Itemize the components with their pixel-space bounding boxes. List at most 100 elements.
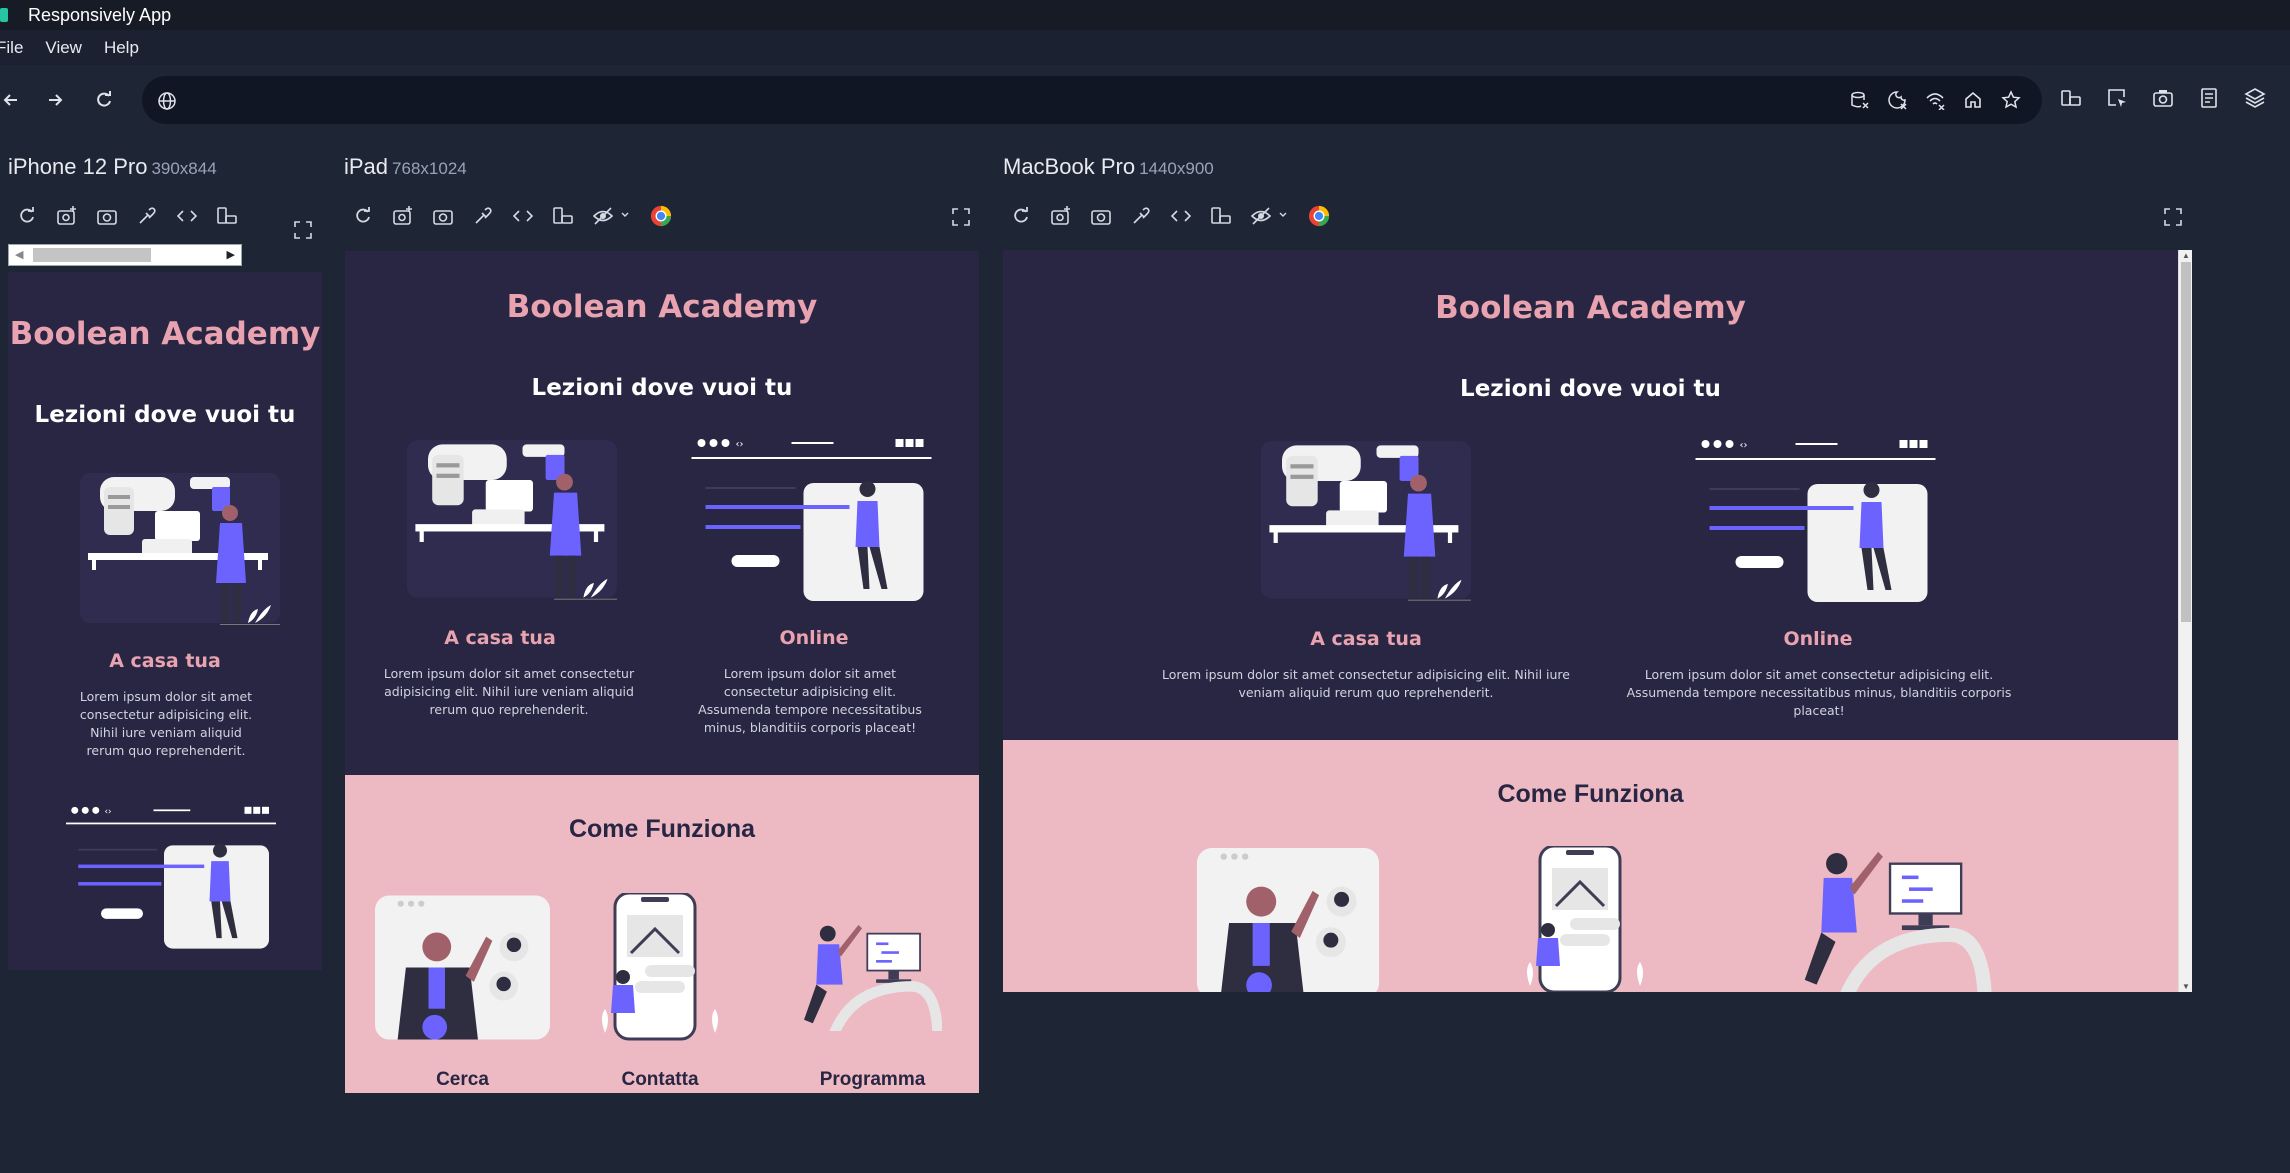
- contact-illustration: [600, 893, 720, 1041]
- screenshot-icon[interactable]: [1090, 205, 1112, 227]
- scroll-left-icon[interactable]: ◀: [15, 248, 23, 261]
- vision-simulation-icon[interactable]: [592, 205, 632, 227]
- scrollbar-thumb[interactable]: [2181, 262, 2191, 622]
- eyedropper-icon[interactable]: [1130, 205, 1152, 227]
- menu-file[interactable]: File: [0, 38, 23, 58]
- screenshot-icon[interactable]: [2152, 87, 2174, 109]
- device-label-macbook: MacBook Pro 1440x900: [1003, 154, 1214, 180]
- step-program: Programma: [819, 1069, 926, 1090]
- card-title-home: A casa tua: [1310, 628, 1422, 650]
- device-name: iPhone 12 Pro: [8, 154, 148, 179]
- network-throttle-icon[interactable]: [1924, 89, 1946, 111]
- screenshot-icon[interactable]: [432, 205, 454, 227]
- color-picker-icon[interactable]: [1308, 205, 1330, 227]
- iphone-viewport[interactable]: Boolean Academy Lezioni dove vuoi tu A c…: [8, 272, 322, 970]
- ipad-toolbar: [352, 205, 672, 227]
- card-text-online: Lorem ipsum dolor sit amet consectetur a…: [698, 666, 922, 736]
- card-title-online: Online: [779, 627, 849, 649]
- code-icon[interactable]: [1170, 205, 1192, 227]
- hero-heading: Lezioni dove vuoi tu: [34, 402, 296, 428]
- layers-icon[interactable]: [2244, 87, 2266, 109]
- reload-icon[interactable]: [93, 89, 115, 111]
- program-illustration: [1793, 840, 1993, 992]
- device-label-ipad: iPad 768x1024: [344, 154, 467, 180]
- card-title-home: A casa tua: [109, 650, 221, 672]
- search-illustration: [375, 895, 550, 1040]
- screenshot-icon[interactable]: [96, 205, 118, 227]
- device-label-iphone: iPhone 12 Pro 390x844: [8, 154, 217, 180]
- scroll-down-icon[interactable]: ▼: [2182, 982, 2190, 991]
- search-illustration: [1196, 848, 1380, 992]
- app-logo-icon: [0, 8, 8, 22]
- forward-arrow-icon[interactable]: [44, 89, 66, 111]
- menu-bar: File View Help: [0, 30, 2290, 65]
- scroll-up-icon[interactable]: ▲: [2182, 251, 2190, 260]
- device-name: MacBook Pro: [1003, 154, 1136, 179]
- macbook-toolbar: [1010, 205, 1330, 227]
- site-brand[interactable]: Boolean Academy: [345, 289, 979, 325]
- device-name: iPad: [344, 154, 389, 179]
- expand-icon[interactable]: [2162, 206, 2184, 228]
- step-contact: Contatta: [621, 1069, 699, 1090]
- scrollbar-thumb[interactable]: [33, 248, 151, 262]
- card-text-home: Lorem ipsum dolor sit amet consectetur a…: [79, 689, 253, 759]
- ipad-viewport[interactable]: Boolean Academy Lezioni dove vuoi tu A c…: [345, 251, 979, 1093]
- app-titlebar: Responsively App: [0, 0, 2290, 30]
- reload-icon[interactable]: [16, 205, 38, 227]
- globe-icon: [156, 90, 178, 112]
- hero-heading: Lezioni dove vuoi tu: [531, 375, 793, 401]
- home-icon[interactable]: [1962, 89, 1984, 111]
- rotate-device-icon[interactable]: [1210, 205, 1232, 227]
- reload-icon[interactable]: [352, 205, 374, 227]
- expand-icon[interactable]: [950, 206, 972, 228]
- card-text-online: Lorem ipsum dolor sit amet consectetur a…: [1626, 667, 2012, 719]
- home-illustration: [80, 473, 280, 625]
- full-screenshot-icon[interactable]: [392, 205, 414, 227]
- menu-view[interactable]: View: [45, 38, 82, 58]
- reload-icon[interactable]: [1010, 205, 1032, 227]
- menu-help[interactable]: Help: [104, 38, 139, 58]
- eyedropper-icon[interactable]: [136, 205, 158, 227]
- expand-icon[interactable]: [292, 219, 314, 241]
- scroll-right-icon[interactable]: ▶: [227, 248, 235, 261]
- window-title: Responsively App: [28, 4, 172, 25]
- card-title-online: Online: [1783, 628, 1853, 650]
- home-illustration: [407, 440, 617, 600]
- color-picker-icon[interactable]: [650, 205, 672, 227]
- address-toolbar: [0, 72, 2290, 130]
- card-title-home: A casa tua: [444, 627, 556, 649]
- device-size: 390x844: [151, 159, 217, 178]
- online-illustration: [691, 439, 932, 601]
- step-search: Cerca: [436, 1069, 489, 1090]
- clear-cache-icon[interactable]: [1848, 89, 1870, 111]
- horizontal-scrollbar[interactable]: ◀ ▶: [8, 244, 242, 266]
- card-text-home: Lorem ipsum dolor sit amet consectetur a…: [1162, 667, 1570, 701]
- macbook-viewport[interactable]: Boolean Academy Lezioni dove vuoi tu A c…: [1003, 250, 2178, 992]
- back-arrow-icon[interactable]: [0, 89, 22, 111]
- full-screenshot-icon[interactable]: [56, 205, 78, 227]
- site-brand[interactable]: Boolean Academy: [1003, 290, 2178, 326]
- vision-simulation-icon[interactable]: [1250, 205, 1290, 227]
- site-brand[interactable]: Boolean Academy: [8, 316, 322, 352]
- iphone-toolbar: [16, 205, 238, 227]
- url-input[interactable]: [142, 76, 2042, 124]
- bookmark-star-icon[interactable]: [2000, 89, 2022, 111]
- code-icon[interactable]: [176, 205, 198, 227]
- card-text-home: Lorem ipsum dolor sit amet consectetur a…: [383, 666, 635, 718]
- eyedropper-icon[interactable]: [472, 205, 494, 227]
- rotate-devices-icon[interactable]: [2060, 87, 2082, 109]
- rotate-device-icon[interactable]: [216, 205, 238, 227]
- device-size: 1440x900: [1139, 159, 1214, 178]
- device-size: 768x1024: [392, 159, 467, 178]
- full-screenshot-icon[interactable]: [1050, 205, 1072, 227]
- vertical-scrollbar[interactable]: ▲ ▼: [2178, 250, 2192, 992]
- rotate-device-icon[interactable]: [552, 205, 574, 227]
- preview-layout-icon[interactable]: [2198, 87, 2220, 109]
- inspect-icon[interactable]: [2106, 87, 2128, 109]
- section-heading: Come Funziona: [1497, 780, 1684, 808]
- section-heading: Come Funziona: [568, 815, 756, 843]
- code-icon[interactable]: [512, 205, 534, 227]
- hero-heading: Lezioni dove vuoi tu: [1460, 376, 1721, 402]
- online-illustration: [66, 806, 276, 949]
- clear-cookies-icon[interactable]: [1886, 89, 1908, 111]
